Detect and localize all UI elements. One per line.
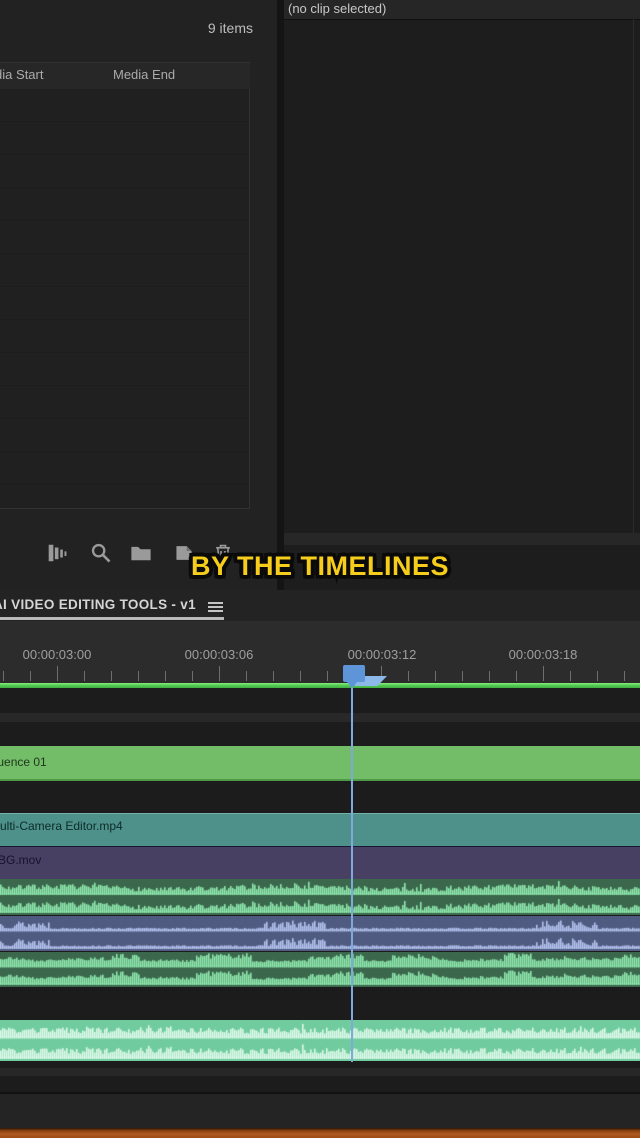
ruler-tick — [624, 671, 625, 681]
ruler-tick — [327, 671, 328, 681]
ruler-timecode: 00:00:03:06 — [185, 647, 254, 662]
timeline-bottom-panel — [0, 1094, 640, 1128]
project-list-area[interactable] — [0, 89, 250, 509]
ruler-tick — [570, 671, 571, 681]
timeline-tab-bar: AI VIDEO EDITING TOOLS - v1 — [0, 590, 640, 621]
ruler-tick — [246, 671, 247, 681]
ruler-tick — [543, 666, 544, 681]
ruler-tick — [111, 671, 112, 681]
ruler-tick — [84, 671, 85, 681]
empty-track-band[interactable] — [0, 713, 640, 722]
tab-sequence-name[interactable]: AI VIDEO EDITING TOOLS - v1 — [0, 597, 196, 612]
ruler-tick — [138, 671, 139, 681]
ruler-tick — [57, 666, 58, 681]
audio-track-2[interactable] — [0, 916, 640, 951]
audio-track-1[interactable] — [0, 879, 640, 915]
column-header-media-start[interactable]: Media Start — [0, 67, 43, 82]
no-clip-selected-label: (no clip selected) — [288, 1, 386, 16]
bottom-video-strip — [0, 1128, 640, 1138]
panel-divider[interactable] — [277, 0, 284, 590]
source-panel-header: (no clip selected) — [284, 0, 640, 20]
clip-label: Sequence 01 — [0, 746, 47, 779]
premiere-pro-screen: 9 items Media Start Media End — [0, 0, 640, 1138]
ruler-tick — [165, 671, 166, 681]
ruler-tick — [300, 671, 301, 681]
project-list-header: Media Start Media End — [0, 62, 250, 90]
ruler-tick — [219, 666, 220, 681]
items-count: 9 items — [0, 20, 253, 36]
list-view-icon[interactable] — [48, 542, 70, 564]
search-icon[interactable] — [90, 542, 112, 564]
timeline-tracks-area: Sequence 01 Multi-Camera Editor.mp4 BG.m… — [0, 687, 640, 1138]
ruler-tick — [462, 671, 463, 681]
render-preview-bar — [0, 683, 640, 688]
clip-label: BG.mov — [0, 847, 41, 873]
panel-bottom-band — [284, 533, 640, 545]
ruler-tick — [597, 671, 598, 681]
panel-edge-line — [633, 19, 634, 533]
ruler-tick — [435, 671, 436, 681]
empty-track-band[interactable] — [0, 1068, 640, 1076]
ruler-tick — [30, 671, 31, 681]
playhead-marker[interactable] — [343, 665, 365, 682]
clip-label: Multi-Camera Editor.mp4 — [0, 814, 123, 838]
ruler-tick — [489, 671, 490, 681]
ruler-tick — [192, 671, 193, 681]
ruler-tick — [516, 671, 517, 681]
ruler-tick — [408, 671, 409, 681]
ruler-timecode: 00:00:03:00 — [23, 647, 92, 662]
column-header-media-end[interactable]: Media End — [113, 67, 175, 82]
active-tab-underline — [0, 617, 224, 620]
ruler-tick — [273, 671, 274, 681]
project-panel: 9 items Media Start Media End — [0, 0, 277, 590]
folder-icon[interactable] — [130, 542, 152, 564]
panel-menu-icon[interactable] — [208, 602, 223, 612]
audio-track-4[interactable] — [0, 1020, 640, 1061]
video-clip-bg-mov[interactable]: BG.mov — [0, 846, 640, 879]
playhead-marker-tip — [346, 681, 358, 688]
video-caption-overlay: BY THE TIMELINES — [191, 551, 449, 582]
playhead-line[interactable] — [351, 684, 353, 1062]
video-clip-sequence-01[interactable]: Sequence 01 — [0, 746, 640, 781]
timeline-ruler[interactable]: 00:00:03:00 00:00:03:06 00:00:03:12 00:00:0… — [0, 621, 640, 683]
video-clip-multicamera[interactable]: Multi-Camera Editor.mp4 — [0, 813, 640, 846]
audio-track-3[interactable] — [0, 952, 640, 987]
source-monitor-panel: (no clip selected) — [284, 0, 640, 590]
ruler-timecode: 00:00:03:18 — [509, 647, 578, 662]
ruler-tick — [3, 671, 4, 681]
ruler-timecode: 00:00:03:12 — [348, 647, 417, 662]
